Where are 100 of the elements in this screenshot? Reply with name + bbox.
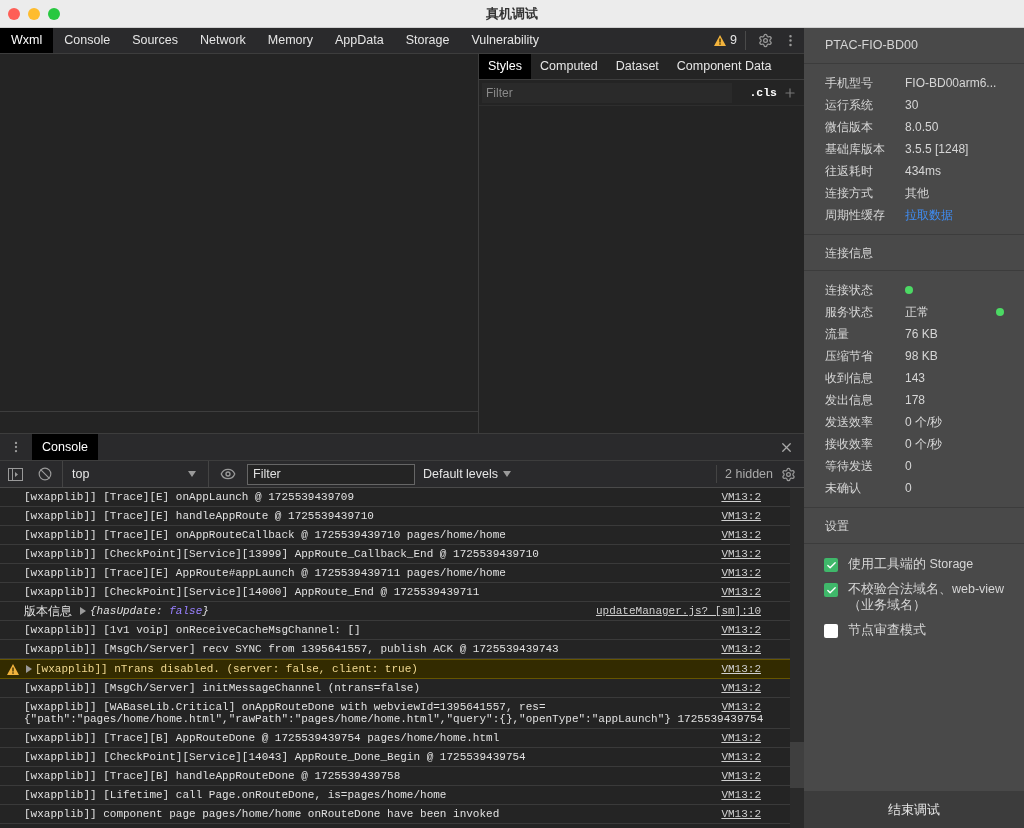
window-title: 真机调试 [486, 4, 538, 23]
info-label: 收到信息 [825, 370, 874, 387]
console-filter-field[interactable]: Filter [247, 463, 415, 485]
info-value: 0 个/秒 [905, 436, 943, 453]
styles-tab[interactable]: Dataset [606, 54, 668, 79]
eye-icon[interactable] [220, 466, 236, 482]
section-title: 连接信息 [825, 244, 873, 262]
log-message: [wxapplib]] [CheckPoint][Service][13999] AppRoute_Callback_End @ 1725539439710 [24, 548, 539, 560]
drawer-tab[interactable]: Console [32, 434, 98, 460]
settings-icon[interactable] [758, 33, 773, 48]
info-label: 微信版本 [825, 119, 874, 136]
object-preview[interactable]: {hasUpdate: false} [90, 605, 209, 617]
cls-button[interactable]: .cls [749, 83, 777, 102]
section-title: 设置 [825, 517, 849, 535]
info-value: 8.0.50 [905, 119, 939, 136]
option-label: 不校验合法域名、web-view（业务域名） [848, 581, 1006, 613]
warning-counter[interactable]: 9 [714, 31, 746, 50]
source-link[interactable]: VM13:2 [721, 529, 761, 541]
panel-tab[interactable]: Memory [256, 28, 324, 53]
info-label: 周期性缓存 [825, 207, 886, 224]
warning-icon [714, 35, 727, 46]
log-message: [wxapplib]] [Trace][B] AppRouteDone @ 1725539439754 pages/home/home.html [24, 732, 500, 744]
checkbox[interactable] [824, 583, 838, 597]
log-message: [wxapplib]] [MsgCh/Server] recv SYNC from 1395641557, publish ACK @ 1725539439743 [24, 643, 559, 655]
panel-tab[interactable]: Sources [121, 28, 189, 53]
log-message: [wxapplib]] [Lifetime] call Page.onRouteDone, is=pages/home/home [24, 789, 447, 801]
info-value: 30 [905, 97, 919, 114]
source-link[interactable]: VM13:2 [721, 510, 761, 522]
log-message: [wxapplib]] [Trace][E] AppRoute#appLaunch @ 1725539439711 pages/home/home [24, 567, 506, 579]
log-message: [wxapplib]] [1v1 voip] onReceiveCacheMsgChannel: [] [24, 624, 361, 636]
info-value: 0 个/秒 [905, 414, 943, 431]
info-value: 3.5.5 [1248] [905, 141, 969, 158]
panel-tab[interactable]: Network [189, 28, 257, 53]
log-message: [wxapplib]] [Trace][E] onAppLaunch @ 1725539439709 [24, 491, 355, 503]
info-label: 发出信息 [825, 392, 874, 409]
panel-tab[interactable]: AppData [324, 28, 395, 53]
end-debug-button[interactable]: 结束调试 [804, 791, 1024, 828]
info-label: 手机型号 [825, 75, 874, 92]
source-link[interactable]: VM13:2 [721, 789, 761, 801]
source-link[interactable]: updateManager.js? [sm]:10 [595, 605, 761, 617]
styles-tab[interactable]: Component Data [667, 54, 781, 79]
info-label: 往返耗时 [825, 163, 874, 180]
styles-filter-field[interactable]: Filter [482, 82, 732, 103]
info-label: 连接方式 [825, 185, 874, 202]
info-label: 基础库版本 [825, 141, 886, 158]
check-icon [825, 584, 837, 596]
source-link[interactable]: VM13:2 [721, 586, 761, 598]
clear-icon[interactable] [38, 467, 52, 481]
source-link[interactable]: VM13:2 [721, 732, 761, 744]
log-message: [wxapplib]] [Trace][E] onAppRouteCallback @ 1725539439710 pages/home/home [24, 529, 506, 541]
info-value: 0 [905, 458, 912, 475]
info-value: 0 [905, 480, 912, 497]
panel-tab[interactable]: Wxml [0, 28, 54, 53]
styles-tab[interactable]: Styles [479, 54, 532, 79]
info-label: 流量 [825, 326, 850, 343]
source-link[interactable]: VM13:2 [721, 663, 761, 675]
panel-tab[interactable]: Vulnerability [460, 28, 551, 53]
option-label: 节点审查模式 [848, 622, 926, 638]
source-link[interactable]: VM13:2 [721, 770, 761, 782]
styles-tab[interactable]: Computed [531, 54, 607, 79]
info-label: 未确认 [825, 480, 862, 497]
checkbox[interactable] [824, 624, 838, 638]
device-name: PTAC-FIO-BD00 [825, 37, 918, 55]
source-link[interactable]: VM13:2 [721, 567, 761, 579]
log-message: [wxapplib]] [CheckPoint][Service][14043] AppRoute_Done_Begin @ 1725539439754 [24, 751, 526, 763]
source-link[interactable]: VM13:2 [721, 548, 761, 560]
caret-icon [188, 471, 196, 477]
info-label: 发送效率 [825, 414, 874, 431]
sidebar-toggle-icon[interactable] [8, 467, 23, 481]
source-link[interactable]: VM13:2 [721, 682, 761, 694]
info-label: 服务状态 [825, 304, 874, 321]
warning-icon [7, 663, 19, 675]
expand-triangle-icon[interactable] [80, 607, 86, 615]
hidden-count: 2 hidden [716, 464, 773, 484]
log-message: {"path":"pages/home/home.html","rawPath":"pages/home/home.html","query":{},"openType":"appLaunch"} 1725539439754 [24, 713, 764, 725]
info-value: 76 KB [905, 326, 938, 343]
panel-tab[interactable]: Storage [394, 28, 461, 53]
info-label: 接收效率 [825, 436, 874, 453]
source-link[interactable]: VM13:2 [721, 643, 761, 655]
info-value: 434ms [905, 163, 942, 180]
source-link[interactable]: VM13:2 [721, 491, 761, 503]
scrollbar[interactable] [790, 488, 804, 828]
check-icon [825, 559, 837, 571]
log-message: [wxapplib]] [WABaseLib.Critical] onAppRouteDone with webviewId=1395641557, res= [24, 701, 546, 713]
info-label: 等待发送 [825, 458, 874, 475]
source-link[interactable]: VM13:2 [721, 751, 761, 763]
log-message: [wxapplib]] [Trace][B] handleAppRouteDone @ 1725539439758 [24, 770, 401, 782]
settings-icon[interactable] [781, 466, 796, 482]
source-link[interactable]: VM13:2 [721, 701, 761, 713]
levels-dropdown[interactable]: Default levels [423, 464, 512, 484]
source-link[interactable]: VM13:2 [721, 624, 761, 636]
checkbox[interactable] [824, 558, 838, 572]
source-link[interactable]: VM13:2 [721, 808, 761, 820]
caret-icon [503, 471, 512, 477]
expand-triangle-icon[interactable] [26, 665, 32, 673]
info-value: 178 [905, 392, 926, 409]
info-label: 运行系统 [825, 97, 874, 114]
panel-tab[interactable]: Console [53, 28, 122, 53]
log-message: [wxapplib]] component page pages/home/home onRouteDone have been invoked [24, 808, 500, 820]
context-select[interactable]: top [62, 461, 209, 487]
